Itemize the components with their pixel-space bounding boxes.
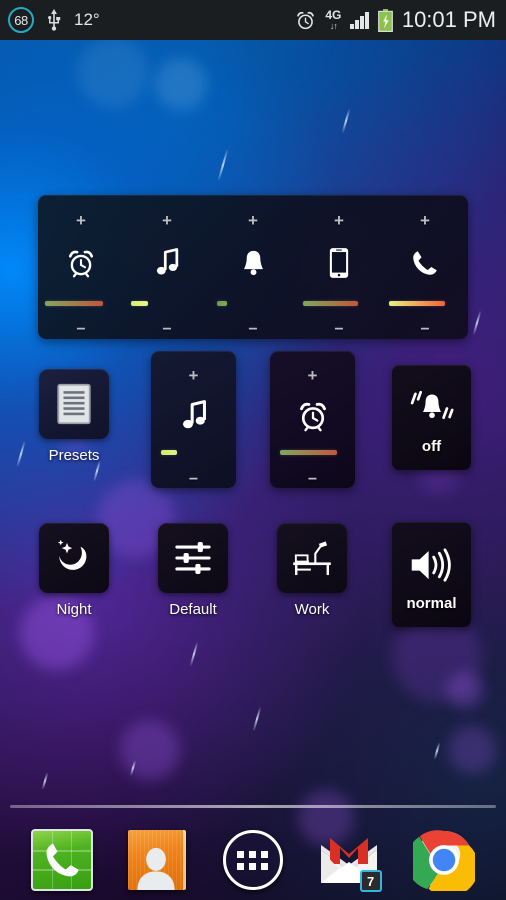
desk-lamp-icon bbox=[291, 539, 333, 577]
document-list-icon bbox=[56, 383, 92, 425]
bell-icon bbox=[240, 241, 267, 285]
volume-slider-notification[interactable] bbox=[217, 295, 289, 311]
dock-item-phone[interactable] bbox=[27, 825, 97, 895]
battery-percent-label: 68 bbox=[14, 12, 28, 28]
battery-charging-icon bbox=[377, 8, 393, 32]
dock-item-app-drawer[interactable] bbox=[218, 825, 288, 895]
work-tile[interactable] bbox=[277, 523, 347, 593]
alarm-volume-widget[interactable]: + − bbox=[270, 351, 355, 488]
shortcut-night[interactable]: Night bbox=[39, 523, 109, 618]
volume-slider-system[interactable] bbox=[303, 295, 375, 311]
presets-tile[interactable] bbox=[39, 369, 109, 439]
volume-up-button-alarm-widget[interactable]: + bbox=[308, 367, 318, 384]
volume-column-system[interactable]: + − bbox=[296, 195, 382, 339]
volume-up-button-music[interactable]: + bbox=[162, 212, 172, 229]
app-drawer-dots bbox=[237, 850, 269, 870]
default-tile[interactable] bbox=[158, 523, 228, 593]
gmail-unread-badge: 7 bbox=[359, 870, 382, 892]
battery-percent-ring: 68 bbox=[8, 7, 34, 33]
volume-column-notification[interactable]: + − bbox=[210, 195, 296, 339]
volume-up-button-notification[interactable]: + bbox=[248, 212, 258, 229]
volume-down-button-alarm-widget[interactable]: − bbox=[308, 472, 317, 488]
signal-bars-icon bbox=[350, 11, 369, 29]
volume-down-button-music[interactable]: − bbox=[162, 322, 171, 338]
status-bar[interactable]: 68 12° 4G ↓↑ 10:01 PM bbox=[0, 0, 506, 40]
ringer-mode-off-label: off bbox=[421, 438, 442, 455]
phone-icon[interactable] bbox=[30, 829, 93, 891]
moon-stars-icon bbox=[53, 537, 95, 579]
network-arrows-label: ↓↑ bbox=[329, 21, 338, 31]
volume-fill-system bbox=[303, 300, 358, 306]
shortcut-label-work: Work bbox=[294, 601, 330, 618]
volume-up-button-system[interactable]: + bbox=[334, 212, 344, 229]
volume-fill-ringer bbox=[389, 300, 445, 306]
alarm-clock-icon bbox=[66, 241, 96, 285]
volume-slider-alarm-widget[interactable] bbox=[279, 446, 346, 460]
bell-vibrate-icon bbox=[405, 380, 459, 436]
usb-icon bbox=[47, 9, 61, 31]
chrome-icon[interactable] bbox=[413, 829, 476, 891]
volume-down-button-music-widget[interactable]: − bbox=[189, 472, 198, 488]
ringer-mode-normal-label: normal bbox=[406, 595, 457, 612]
volume-up-button-alarm[interactable]: + bbox=[76, 212, 86, 229]
contacts-icon[interactable] bbox=[128, 830, 187, 890]
music-note-icon bbox=[178, 398, 210, 434]
volume-slider-music[interactable] bbox=[131, 295, 203, 311]
temperature-label: 12° bbox=[74, 10, 100, 29]
volume-fill-alarm bbox=[45, 300, 103, 306]
volume-down-button-system[interactable]: − bbox=[334, 322, 343, 338]
volume-up-button-ringer[interactable]: + bbox=[420, 212, 430, 229]
volume-fill-music bbox=[131, 300, 148, 306]
speaker-waves-icon bbox=[405, 537, 459, 593]
volume-slider-ringer[interactable] bbox=[389, 295, 461, 311]
volume-column-ringer[interactable]: + − bbox=[382, 195, 468, 339]
music-note-icon bbox=[152, 241, 182, 285]
shortcut-label-presets: Presets bbox=[48, 447, 100, 464]
alarm-clock-icon bbox=[297, 398, 329, 434]
night-tile[interactable] bbox=[39, 523, 109, 593]
shortcut-default[interactable]: Default bbox=[158, 523, 228, 618]
status-bar-right: 4G ↓↑ 10:01 PM bbox=[295, 7, 496, 33]
volume-slider-alarm[interactable] bbox=[45, 295, 117, 311]
shortcut-work[interactable]: Work bbox=[277, 523, 347, 618]
volume-down-button-notification[interactable]: − bbox=[248, 322, 257, 338]
volume-down-button-ringer[interactable]: − bbox=[420, 322, 429, 338]
app-drawer-icon[interactable] bbox=[222, 830, 283, 890]
dock-item-chrome[interactable] bbox=[409, 825, 479, 895]
network-type-indicator: 4G ↓↑ bbox=[325, 9, 341, 31]
network-type-label: 4G bbox=[325, 8, 342, 22]
home-screen: 68 12° 4G ↓↑ 10:01 PM + − + − + − + − + … bbox=[0, 0, 506, 900]
phone-call-icon bbox=[410, 241, 440, 285]
alarm-clock-icon bbox=[295, 10, 316, 31]
dock-divider bbox=[10, 805, 496, 808]
volume-slider-music-widget[interactable] bbox=[160, 446, 227, 460]
volume-fill-alarm-widget bbox=[279, 450, 337, 456]
volume-panel-widget[interactable]: + − + − + − + − + − bbox=[38, 195, 468, 339]
volume-down-button-alarm[interactable]: − bbox=[76, 322, 85, 338]
clock-label: 10:01 PM bbox=[401, 7, 496, 32]
dock: 7 bbox=[0, 820, 506, 900]
equalizer-sliders-icon bbox=[173, 538, 213, 578]
volume-up-button-music-widget[interactable]: + bbox=[189, 367, 199, 384]
dock-item-gmail[interactable]: 7 bbox=[314, 825, 384, 895]
volume-fill-notification bbox=[217, 300, 227, 306]
shortcut-label-night: Night bbox=[56, 601, 92, 618]
ringer-mode-normal-tile[interactable]: normal bbox=[392, 522, 471, 627]
smartphone-icon bbox=[328, 241, 350, 285]
status-bar-left: 68 12° bbox=[8, 7, 100, 33]
music-volume-widget[interactable]: + − bbox=[151, 351, 236, 488]
shortcut-label-default: Default bbox=[169, 601, 217, 618]
volume-fill-music-widget bbox=[160, 450, 177, 456]
volume-column-music[interactable]: + − bbox=[124, 195, 210, 339]
volume-column-alarm[interactable]: + − bbox=[38, 195, 124, 339]
shortcut-presets[interactable]: Presets bbox=[39, 369, 109, 464]
ringer-mode-off-tile[interactable]: off bbox=[392, 365, 471, 470]
dock-item-contacts[interactable] bbox=[122, 825, 192, 895]
